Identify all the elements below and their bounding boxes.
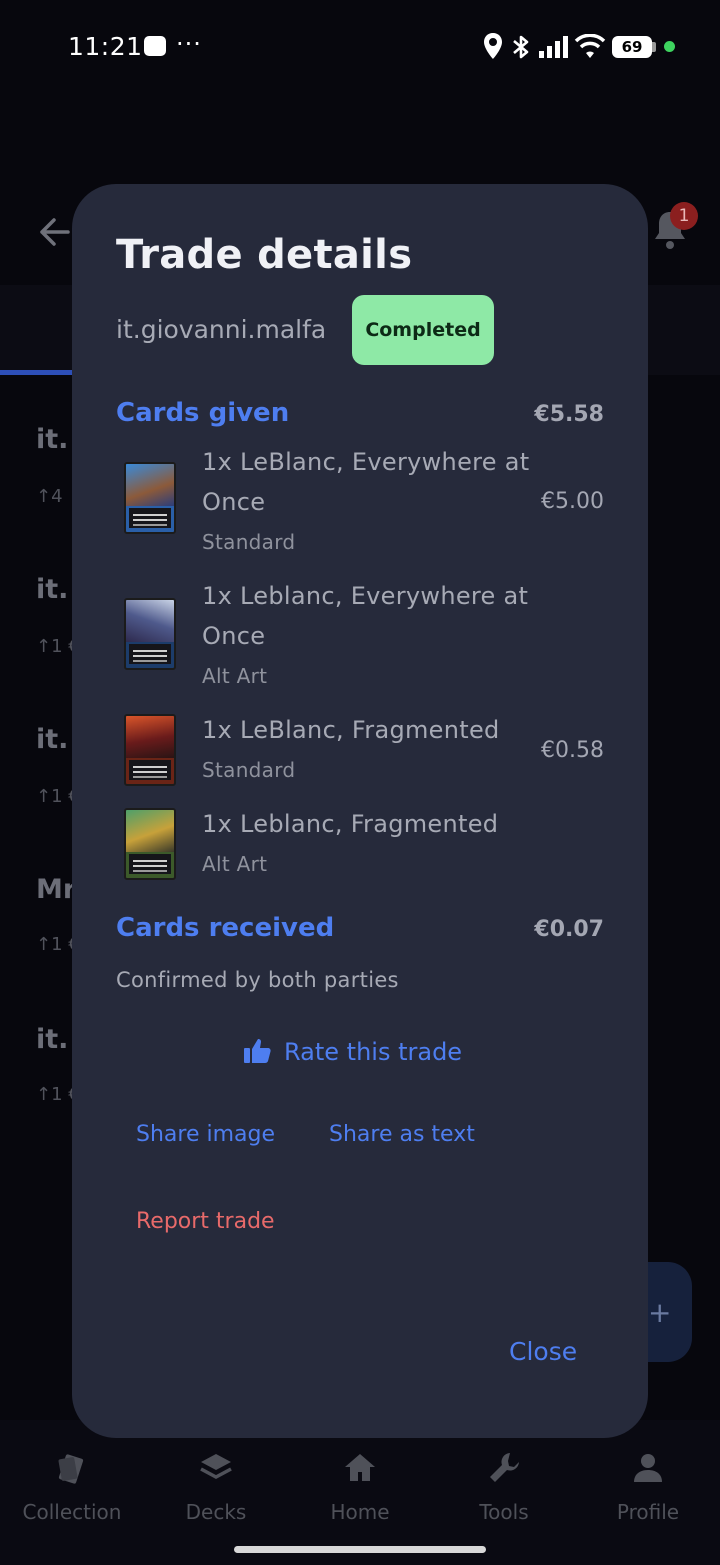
list-item[interactable]: 1x Leblanc, Everywhere at Once Alt Art: [116, 576, 604, 688]
wrench-icon: [490, 1453, 519, 1482]
cards-given-total: €5.58: [534, 402, 604, 427]
share-text-button[interactable]: Share as text: [329, 1122, 475, 1147]
thumbs-up-icon: [244, 1039, 271, 1063]
nav-label: Home: [330, 1500, 390, 1524]
card-variant: Alt Art: [202, 664, 268, 688]
nav-profile[interactable]: Profile: [576, 1450, 720, 1524]
bluetooth-icon: [513, 35, 529, 59]
back-arrow-icon[interactable]: [32, 212, 72, 252]
gesture-home-indicator[interactable]: [234, 1546, 486, 1553]
close-button[interactable]: Close: [509, 1337, 577, 1366]
card-name: 1x Leblanc, Everywhere at Once: [202, 582, 529, 650]
privacy-indicator-dot: [664, 41, 675, 52]
signal-icon: [539, 36, 568, 58]
fab-icon: +: [648, 1296, 672, 1329]
gallery-notification-icon: [144, 36, 166, 56]
nav-label: Profile: [616, 1500, 680, 1524]
list-item[interactable]: 1x Leblanc, Fragmented Alt Art: [116, 804, 604, 880]
person-icon: [634, 1454, 662, 1482]
share-image-button[interactable]: Share image: [136, 1122, 275, 1147]
trade-details-dialog: Trade details it.giovanni.malfa Complete…: [72, 184, 648, 1438]
dialog-title: Trade details: [116, 232, 413, 278]
cards-received-total: €0.07: [534, 917, 604, 942]
card-variant: Standard: [202, 530, 296, 554]
card-image: [124, 462, 176, 534]
trade-row-title[interactable]: it.: [36, 1024, 68, 1055]
bottom-navigation: Collection Decks Home Tools Profile: [0, 1420, 720, 1565]
status-bar: 11:21 ··· 69: [0, 0, 720, 92]
trade-partner-username: it.giovanni.malfa: [116, 315, 327, 344]
trade-row-title[interactable]: it.: [36, 424, 68, 455]
tab-indicator: [0, 370, 76, 375]
nav-label: Decks: [185, 1500, 247, 1524]
trade-row-title[interactable]: it.: [36, 574, 68, 605]
battery-tip: [652, 42, 656, 52]
nav-label: Collection: [22, 1500, 122, 1524]
battery-indicator: 69: [612, 36, 652, 58]
rate-trade-label: Rate this trade: [284, 1038, 463, 1066]
nav-collection[interactable]: Collection: [0, 1450, 144, 1524]
location-icon: [484, 33, 502, 59]
nav-tools[interactable]: Tools: [432, 1450, 576, 1524]
confirmation-text: Confirmed by both parties: [116, 968, 399, 992]
cards-given-label: Cards given: [116, 398, 290, 428]
card-image: [124, 808, 176, 880]
cards-icon: [58, 1454, 84, 1484]
more-notifications-icon: ···: [176, 30, 202, 58]
home-icon: [345, 1454, 375, 1481]
trade-row-title[interactable]: it.: [36, 724, 68, 755]
report-trade-button[interactable]: Report trade: [136, 1209, 275, 1234]
card-price: €5.00: [541, 489, 604, 514]
card-variant: Standard: [202, 758, 296, 782]
nav-decks[interactable]: Decks: [144, 1450, 288, 1524]
status-time: 11:21: [68, 32, 143, 61]
list-item[interactable]: 1x LeBlanc, Fragmented Standard €0.58: [116, 710, 604, 786]
card-name: 1x LeBlanc, Everywhere at Once: [202, 448, 530, 516]
card-name: 1x LeBlanc, Fragmented: [202, 716, 500, 744]
card-name: 1x Leblanc, Fragmented: [202, 810, 499, 838]
cards-received-label: Cards received: [116, 913, 335, 943]
card-image: [124, 598, 176, 670]
nav-label: Tools: [479, 1500, 529, 1524]
card-price: €0.58: [541, 738, 604, 763]
card-variant: Alt Art: [202, 852, 268, 876]
trade-row-subtitle: ↑4: [36, 486, 63, 507]
layers-icon: [200, 1454, 232, 1479]
list-item[interactable]: 1x LeBlanc, Everywhere at Once Standard …: [116, 442, 604, 554]
status-badge: Completed: [352, 295, 494, 365]
wifi-icon: [574, 34, 606, 58]
notification-badge: 1: [670, 202, 698, 230]
card-image: [124, 714, 176, 786]
nav-home[interactable]: Home: [288, 1450, 432, 1524]
trade-row-title[interactable]: Mr: [36, 874, 76, 905]
